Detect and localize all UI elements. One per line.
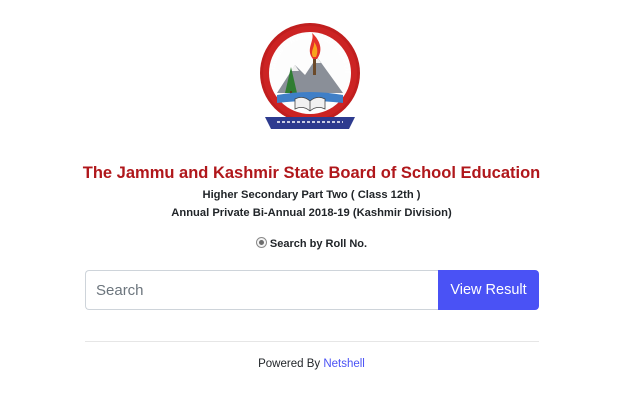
search-input[interactable] — [85, 270, 438, 310]
powered-by-text: Powered By — [258, 358, 324, 370]
board-logo: Jammu & Kashmir State Board Of School Ed… — [253, 9, 365, 139]
session-subtitle: Annual Private Bi-Annual 2018-19 (Kashmi… — [171, 207, 452, 219]
search-bar: View Result — [85, 270, 539, 310]
roll-no-radio-label: Search by Roll No. — [269, 238, 368, 250]
view-result-button[interactable]: View Result — [438, 270, 539, 310]
board-emblem-icon: Jammu & Kashmir State Board Of School Ed… — [253, 9, 360, 129]
search-option[interactable]: Search by Roll No. — [0, 237, 623, 250]
page-title: The Jammu and Kashmir State Board of Sch… — [82, 164, 541, 182]
netshell-link[interactable]: Netshell — [323, 358, 365, 370]
exam-subtitle: Higher Secondary Part Two ( Class 12th ) — [202, 189, 421, 201]
footer: Powered By Netshell — [0, 358, 623, 370]
roll-no-radio[interactable] — [255, 237, 267, 248]
divider — [85, 341, 539, 342]
